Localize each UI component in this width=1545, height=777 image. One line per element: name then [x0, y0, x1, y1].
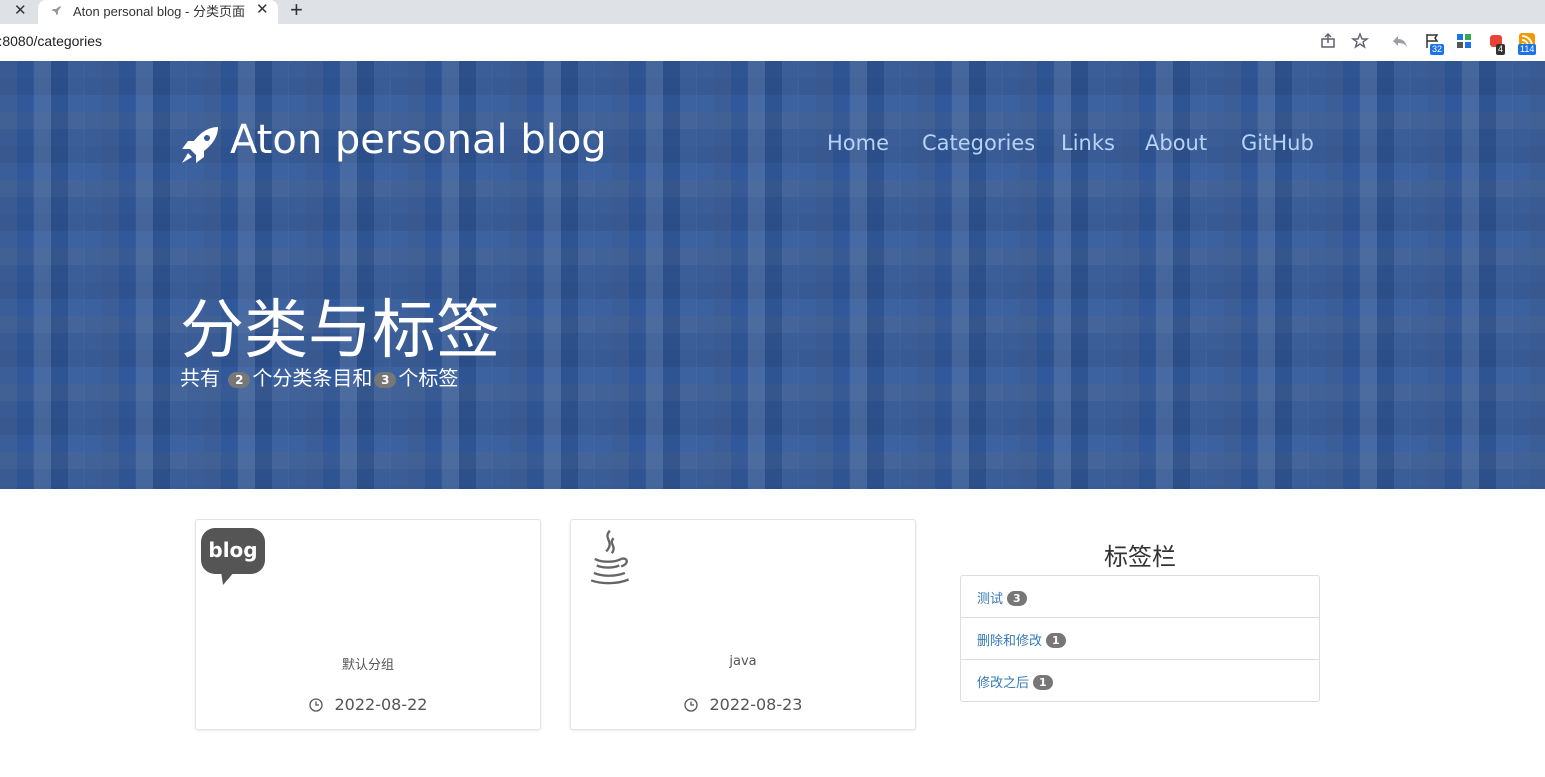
rocket-favicon-icon: [52, 6, 61, 15]
nav-categories[interactable]: Categories: [922, 131, 1035, 155]
blog-icon: blog: [201, 528, 265, 585]
tag-count-badge: 1: [1033, 675, 1053, 690]
tag-item[interactable]: 测试 3: [961, 576, 1319, 618]
hero-header: Aton personal blog Home Categories Links…: [0, 61, 1545, 489]
tab-close-icon[interactable]: ✕: [256, 0, 269, 18]
subtitle-mid: 个分类条目和: [252, 366, 373, 390]
clock-icon: [683, 698, 698, 712]
tab-title: Aton personal blog - 分类页面: [73, 4, 245, 19]
clock-icon: [308, 698, 323, 712]
active-tab[interactable]: Aton personal blog - 分类页面 ✕: [38, 0, 278, 24]
share-icon[interactable]: [1319, 32, 1337, 50]
nav-github[interactable]: GitHub: [1241, 131, 1314, 155]
rss-extension-badge: 114: [1518, 44, 1537, 55]
category-date-row: 2022-08-23: [571, 695, 915, 714]
browser-tab-bar: ✕ Aton personal blog - 分类页面 ✕ +: [0, 0, 1545, 24]
tag-list: 测试 3 删除和修改 1 修改之后 1: [960, 575, 1320, 702]
category-card[interactable]: java 2022-08-23: [570, 519, 916, 730]
category-count-badge: 2: [228, 371, 251, 388]
browser-toolbar: host:8080/categories 32 4 114: [0, 24, 1545, 62]
tag-count-badge: 3: [374, 371, 397, 388]
category-date-row: 2022-08-22: [196, 695, 540, 714]
java-icon: [590, 529, 630, 585]
nav-links[interactable]: Links: [1061, 131, 1115, 155]
tag-label: 测试: [977, 592, 1004, 607]
subtitle-prefix: 共有: [180, 366, 220, 390]
tag-label: 修改之后: [977, 676, 1030, 691]
flag-extension-badge: 32: [1430, 44, 1445, 55]
close-previous-tab-icon[interactable]: ✕: [14, 1, 27, 19]
tag-item[interactable]: 删除和修改 1: [961, 618, 1319, 660]
tags-panel-title: 标签栏: [1104, 543, 1176, 571]
svg-text:blog: blog: [208, 538, 257, 562]
category-date: 2022-08-23: [709, 695, 803, 714]
grid-extension-icon[interactable]: [1455, 32, 1473, 50]
nav-about[interactable]: About: [1145, 131, 1207, 155]
reply-extension-icon[interactable]: [1391, 32, 1409, 50]
tag-count-badge: 3: [1007, 591, 1027, 606]
nav-home[interactable]: Home: [827, 131, 889, 155]
brand-title: Aton personal blog: [230, 117, 607, 163]
subtitle-suffix: 个标签: [398, 366, 459, 390]
tag-item[interactable]: 修改之后 1: [961, 660, 1319, 701]
category-name: java: [729, 654, 757, 669]
url-path: :8080/categories: [0, 33, 102, 49]
page-title: 分类与标签: [180, 294, 500, 368]
tag-link[interactable]: 测试 3: [977, 588, 1027, 607]
bookmark-star-icon[interactable]: [1351, 32, 1369, 50]
rocket-icon: [182, 127, 218, 163]
category-name: 默认分组: [341, 658, 394, 673]
tag-label: 删除和修改: [977, 634, 1043, 649]
red-extension-badge: 4: [1496, 44, 1506, 55]
category-date: 2022-08-22: [334, 695, 428, 714]
page-subtitle: 共有 2 个分类条目和 3 个标签: [180, 362, 458, 391]
tag-count-badge: 1: [1046, 633, 1066, 648]
tag-link[interactable]: 删除和修改 1: [977, 630, 1066, 649]
new-tab-button[interactable]: +: [290, 0, 303, 23]
address-bar[interactable]: host:8080/categories: [0, 33, 130, 49]
tag-link[interactable]: 修改之后 1: [977, 672, 1053, 691]
category-card[interactable]: blog 默认分组 2022-08-22: [195, 519, 541, 730]
